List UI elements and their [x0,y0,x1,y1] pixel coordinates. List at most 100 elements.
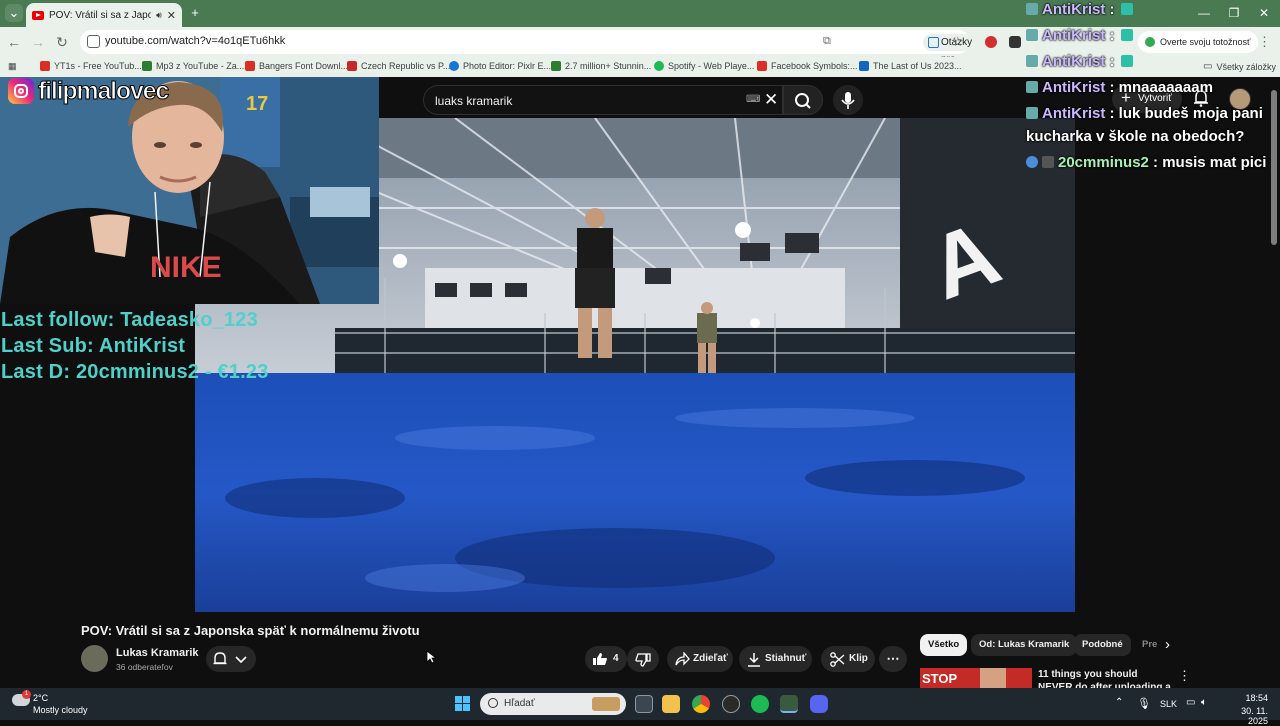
bookmark-item[interactable]: Mp3 z YouTube - Za... [142,61,244,71]
download-icon [748,653,760,667]
forward-icon[interactable]: → [30,34,46,50]
dislike-button[interactable] [627,646,659,672]
verify-identity-chip[interactable]: Overte svoju totožnosť [1138,31,1259,53]
page-scrollbar[interactable] [1271,90,1277,245]
url-text[interactable]: youtube.com/watch?v=4o1qETu6hkk [105,35,285,47]
chat-badge-icon [1026,3,1038,15]
yt-search-query[interactable]: luaks kramarik [435,94,512,108]
tray-clock-time[interactable]: 18:54 [1236,693,1268,703]
chat-username: AntiKrist [1042,105,1106,122]
bookmark-label: Facebook Symbols:... [771,61,858,71]
webcam-frame: NIKE [0,77,379,304]
bookmark-favicon-icon [40,61,50,71]
clip-button[interactable]: Klip [821,646,875,672]
menu-kebab-icon[interactable]: ⋮ [1258,34,1271,50]
bookmark-star-icon[interactable]: ☆ [952,34,964,50]
weather-description[interactable]: Mostly cloudy [33,705,88,715]
recommended-title[interactable]: 11 things you should NEVER do after uplo… [1038,668,1173,688]
bookmark-label: 2.7 million+ Stunnin... [565,61,652,71]
taskbar-search-input[interactable]: Hľadať [480,693,626,715]
back-icon[interactable]: ← [6,34,22,50]
tray-clock-date[interactable]: 30. 11. 2025 [1224,706,1268,726]
channel-avatar[interactable] [81,645,108,672]
chrome-active-icon[interactable] [780,695,798,713]
yt-search-button[interactable] [783,85,823,115]
bookmark-label: Spotify - Web Playe... [668,61,755,71]
chip-related[interactable]: Podobné [1074,634,1131,656]
tray-language[interactable]: SLK [1160,699,1177,709]
subscription-bell-button[interactable] [206,646,256,672]
mouse-cursor-icon [426,650,436,664]
share-button[interactable]: Zdieľať [667,646,733,672]
reload-icon[interactable]: ↻ [54,34,70,50]
youtube-favicon-icon [32,10,44,20]
bookmark-label: YT1s - Free YouTub... [54,61,142,71]
more-actions-button[interactable]: ⋯ [879,646,907,672]
speaker-icon[interactable]: 🔊︎ [156,10,162,21]
windows-start-icon[interactable] [455,696,471,712]
like-button[interactable]: 4 [585,646,627,672]
chat-username: 20cmminus2 [1058,154,1149,171]
recommended-thumbnail[interactable]: STOP [920,668,1032,688]
tray-overflow-icon[interactable]: ⌃ [1115,697,1123,708]
download-button[interactable]: Stiahnuť [739,646,812,672]
spotify-icon[interactable] [751,695,769,713]
file-explorer-icon[interactable] [662,695,680,713]
clear-search-icon[interactable]: ✕ [764,90,778,110]
tab-close-icon[interactable]: ✕ [167,9,176,22]
bookmark-favicon-icon [859,61,869,71]
discord-icon[interactable] [810,695,828,713]
site-info-icon[interactable] [87,35,100,48]
network-icon[interactable]: ▭ [1186,697,1195,708]
chat-text: : musis mat pici [1148,154,1267,171]
chat-message-continued: kucharka v škole na obedoch? [1026,128,1244,145]
bookmark-item[interactable]: Bangers Font Downl... [245,61,348,71]
bookmark-item[interactable]: Czech Republic vs P... [347,61,450,71]
rec-menu-icon[interactable]: ⋮ [1178,668,1191,684]
new-tab-icon[interactable]: + [186,4,204,22]
chat-emote-icon [1120,29,1133,41]
extension-dark-icon[interactable] [1009,36,1021,48]
bookmark-item[interactable]: YT1s - Free YouTub... [40,61,142,71]
bookmark-item[interactable]: The Last of Us 2023... [859,61,962,71]
extension-red-icon[interactable] [985,36,997,48]
keyboard-icon[interactable]: ⌨ [746,94,760,105]
chip-recently[interactable]: Pre [1134,634,1160,656]
chips-next-icon[interactable]: › [1165,636,1170,653]
all-bookmarks-folder[interactable]: ▭ Všetky záložky [1203,61,1276,72]
search-highlight-icon [592,697,620,711]
recommended-title-text: 11 things you should NEVER do after uplo… [1038,669,1171,688]
close-window-icon[interactable]: ✕ [1248,0,1280,27]
chrome-icon[interactable] [692,695,710,713]
share-label: Zdieľať [693,653,728,664]
yt-search-input[interactable]: luaks kramarik ⌨ ✕ [423,85,783,115]
bookmark-label: Photo Editor: Pixlr E... [463,61,552,71]
chat-badge-icon [1026,156,1038,168]
task-view-icon[interactable] [635,695,653,713]
tab-search-icon[interactable]: ⌄ [5,4,23,22]
install-app-icon[interactable]: ⧉ [823,35,831,48]
chip-all[interactable]: Všetko [920,634,968,656]
tray-mic-icon[interactable]: 🎙︎ [1137,697,1151,710]
bookmark-item[interactable]: Facebook Symbols:... [757,61,858,71]
chip-from-channel[interactable]: Od: Lukas Kramarik [971,634,1078,656]
clip-label: Klip [849,653,868,664]
instagram-handle: filipmalovec [37,77,169,106]
bookmark-item[interactable]: Photo Editor: Pixlr E... [449,61,551,71]
channel-name[interactable]: Lukas Kramarik [116,647,199,659]
chat-username: AntiKrist [1042,79,1106,96]
restore-icon[interactable]: ❐ [1218,0,1250,27]
apps-grid-icon[interactable]: ▦ [8,61,17,72]
volume-icon[interactable]: 🔈︎ [1201,697,1207,708]
minimize-icon[interactable]: — [1188,0,1220,27]
voice-search-button[interactable] [833,85,863,115]
browser-tab[interactable]: POV: Vrátil si sa z Japonska 🔊︎ ✕ [26,3,182,27]
bookmark-item[interactable]: Spotify - Web Playe... [654,61,754,71]
bookmark-item[interactable]: 2.7 million+ Stunnin... [551,61,651,71]
weather-temperature[interactable]: 2°C [33,693,48,703]
taskbar-search-placeholder: Hľadať [504,698,535,709]
omnibox[interactable]: youtube.com/watch?v=4o1qETu6hkk ⧉ Otázky… [80,30,980,82]
tab-title: POV: Vrátil si sa z Japonska [49,9,152,21]
chat-message: AntiKrist : mnaaaaaaam [1026,79,1213,96]
obs-icon[interactable] [722,695,740,713]
